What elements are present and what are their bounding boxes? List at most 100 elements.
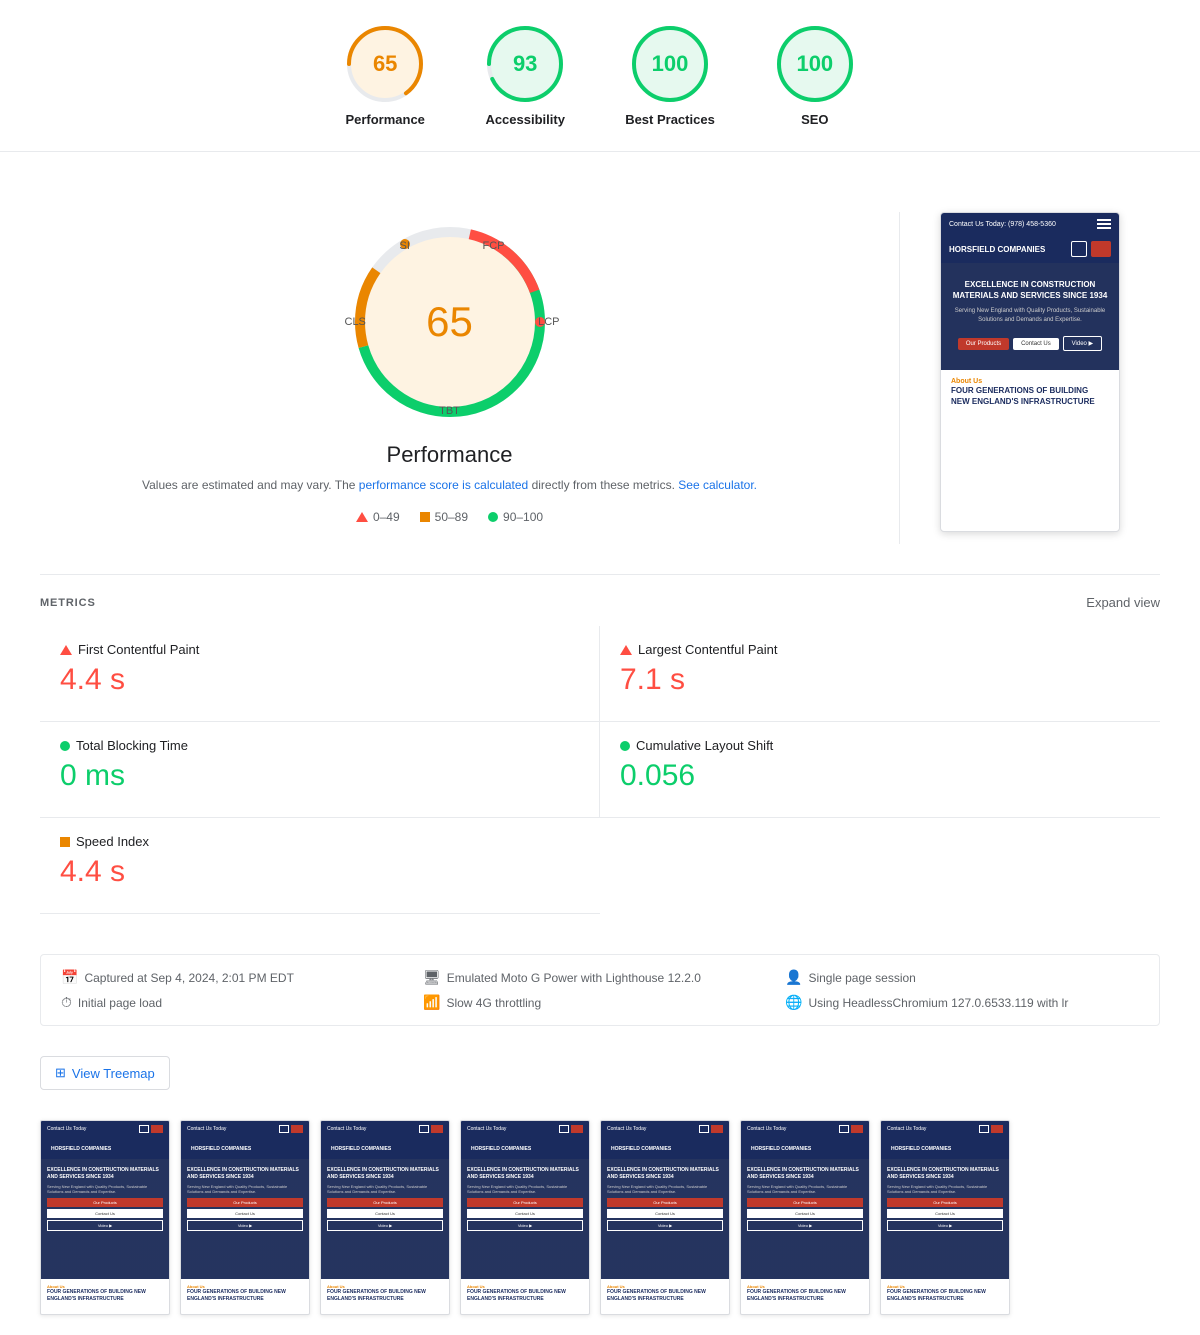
- legend-icon-red: [356, 512, 368, 522]
- phone-screenshot: Contact Us Today: (978) 458-5360 HORSFIE…: [940, 212, 1120, 532]
- phone-btn-products[interactable]: Our Products: [958, 338, 1009, 350]
- metric-si-name: Speed Index: [76, 834, 149, 849]
- gauge-label-si: SI: [400, 240, 410, 252]
- legend-item-green: 90–100: [488, 510, 543, 524]
- filmstrip-item: Contact Us Today HORSFIELD COMPANIES EXC…: [600, 1120, 730, 1315]
- metric-tbt-value: 0 ms: [60, 759, 579, 793]
- phone-btn-contact[interactable]: Contact Us: [1013, 338, 1059, 350]
- metric-cls-value: 0.056: [620, 759, 1140, 793]
- expand-view-button[interactable]: Expand view: [1086, 595, 1160, 610]
- gauge-label-cls: CLS: [345, 316, 366, 328]
- filmstrip-item: Contact Us Today HORSFIELD COMPANIES EXC…: [40, 1120, 170, 1315]
- filmstrip-phone-body: EXCELLENCE IN CONSTRUCTION MATERIALS AND…: [321, 1159, 449, 1279]
- metric-card-lcp: Largest Contentful Paint 7.1 s: [600, 626, 1160, 722]
- filmstrip-phone-body: EXCELLENCE IN CONSTRUCTION MATERIALS AND…: [601, 1159, 729, 1279]
- filmstrip-item: Contact Us Today HORSFIELD COMPANIES EXC…: [880, 1120, 1010, 1315]
- metric-card-cls: Cumulative Layout Shift 0.056: [600, 722, 1160, 818]
- phone-hero: EXCELLENCE IN CONSTRUCTION MATERIALS AND…: [941, 263, 1119, 370]
- score-circle-best-practices: 100: [630, 24, 710, 104]
- filmstrip-item: Contact Us Today HORSFIELD COMPANIES EXC…: [740, 1120, 870, 1315]
- browser-icon: 🌐: [785, 994, 802, 1011]
- phone-about-title: FOUR GENERATIONS OF BUILDING NEW ENGLAND…: [951, 385, 1109, 407]
- filmstrip-about: About Us FOUR GENERATIONS OF BUILDING NE…: [41, 1279, 169, 1307]
- device-icon: 🖥: [423, 969, 441, 986]
- score-item-seo: 100 SEO: [775, 24, 855, 127]
- filmstrip-phone-body: EXCELLENCE IN CONSTRUCTION MATERIALS AND…: [881, 1159, 1009, 1279]
- score-circle-performance: 65: [345, 24, 425, 104]
- filmstrip-about: About Us FOUR GENERATIONS OF BUILDING NE…: [181, 1279, 309, 1307]
- calculator-link[interactable]: See calculator.: [678, 478, 757, 492]
- filmstrip-about: About Us FOUR GENERATIONS OF BUILDING NE…: [741, 1279, 869, 1307]
- filmstrip-phone-header: Contact Us Today HORSFIELD COMPANIES: [461, 1121, 589, 1159]
- metric-cls-name: Cumulative Layout Shift: [636, 738, 773, 753]
- metrics-title: METRICS: [40, 597, 96, 609]
- metric-icon-cls: [620, 741, 630, 751]
- metric-si-header: Speed Index: [60, 834, 580, 849]
- legend: 0–49 50–89 90–100: [356, 510, 543, 524]
- score-label-performance: Performance: [345, 112, 424, 127]
- filmstrip-phone-body: EXCELLENCE IN CONSTRUCTION MATERIALS AND…: [461, 1159, 589, 1279]
- filmstrip-about: About Us FOUR GENERATIONS OF BUILDING NE…: [461, 1279, 589, 1307]
- metric-cls-header: Cumulative Layout Shift: [620, 738, 1140, 753]
- performance-score-link[interactable]: performance score is calculated: [359, 478, 528, 492]
- user-icon: 👤: [785, 969, 802, 986]
- metric-fcp-name: First Contentful Paint: [78, 642, 199, 657]
- metric-fcp-header: First Contentful Paint: [60, 642, 579, 657]
- phone-header-text: Contact Us Today: (978) 458-5360: [949, 221, 1056, 228]
- metric-card-tbt: Total Blocking Time 0 ms: [40, 722, 600, 818]
- legend-item-red: 0–49: [356, 510, 400, 524]
- phone-btn-video[interactable]: Video ▶: [1063, 336, 1103, 351]
- phone-hero-sub: Serving New England with Quality Product…: [951, 307, 1109, 324]
- timer-icon: ⏱: [61, 994, 72, 1011]
- filmstrip-item: Contact Us Today HORSFIELD COMPANIES EXC…: [460, 1120, 590, 1315]
- legend-item-orange: 50–89: [420, 510, 468, 524]
- score-value-accessibility: 93: [513, 51, 537, 77]
- filmstrip-about: About Us FOUR GENERATIONS OF BUILDING NE…: [601, 1279, 729, 1307]
- metric-icon-lcp: [620, 645, 632, 655]
- phone-about: About Us FOUR GENERATIONS OF BUILDING NE…: [941, 370, 1119, 415]
- phone-nav-icons: [1071, 241, 1111, 257]
- gauge-title: Performance: [387, 442, 513, 468]
- info-browser: 🌐 Using HeadlessChromium 127.0.6533.119 …: [785, 994, 1139, 1011]
- info-session-text: Single page session: [808, 971, 915, 985]
- info-device-text: Emulated Moto G Power with Lighthouse 12…: [447, 971, 701, 985]
- score-circle-seo: 100: [775, 24, 855, 104]
- metrics-grid: First Contentful Paint 4.4 s Largest Con…: [40, 626, 1160, 818]
- metric-lcp-header: Largest Contentful Paint: [620, 642, 1140, 657]
- score-circle-accessibility: 93: [485, 24, 565, 104]
- view-treemap-button[interactable]: ⊞ View Treemap: [40, 1056, 170, 1090]
- network-icon: 📶: [423, 994, 440, 1011]
- score-value-performance: 65: [373, 51, 397, 77]
- info-throttling: 📶 Slow 4G throttling: [423, 994, 777, 1011]
- phone-icon1: [1071, 241, 1087, 257]
- metric-fcp-value: 4.4 s: [60, 663, 579, 697]
- info-page-load: ⏱ Initial page load: [61, 994, 415, 1011]
- filmstrip-phone-header: Contact Us Today HORSFIELD COMPANIES: [41, 1121, 169, 1159]
- filmstrip-thumb: Contact Us Today HORSFIELD COMPANIES EXC…: [40, 1120, 170, 1315]
- calendar-icon: 📅: [61, 969, 78, 986]
- filmstrip-inner: Contact Us Today HORSFIELD COMPANIES EXC…: [0, 1120, 1200, 1315]
- filmstrip-about: About Us FOUR GENERATIONS OF BUILDING NE…: [881, 1279, 1009, 1307]
- phone-about-label: About Us: [951, 378, 1109, 385]
- treemap-label: View Treemap: [72, 1066, 155, 1081]
- vertical-divider: [899, 212, 900, 544]
- info-throttling-text: Slow 4G throttling: [446, 996, 541, 1010]
- right-panel: Contact Us Today: (978) 458-5360 HORSFIE…: [940, 212, 1160, 544]
- left-panel: SI FCP CLS LCP TBT 65 Performance Values…: [40, 212, 859, 544]
- metric-si-value: 4.4 s: [60, 855, 580, 889]
- view-treemap-section: ⊞ View Treemap: [0, 1046, 1200, 1110]
- phone-header: Contact Us Today: (978) 458-5360: [941, 213, 1119, 235]
- info-captured: 📅 Captured at Sep 4, 2024, 2:01 PM EDT: [61, 969, 415, 986]
- phone-hero-title: EXCELLENCE IN CONSTRUCTION MATERIALS AND…: [951, 279, 1109, 301]
- info-bar: 📅 Captured at Sep 4, 2024, 2:01 PM EDT 🖥…: [40, 954, 1160, 1026]
- metric-icon-tbt: [60, 741, 70, 751]
- info-captured-text: Captured at Sep 4, 2024, 2:01 PM EDT: [84, 971, 293, 985]
- main-content: SI FCP CLS LCP TBT 65 Performance Values…: [0, 182, 1200, 574]
- metric-tbt-header: Total Blocking Time: [60, 738, 579, 753]
- score-item-performance: 65 Performance: [345, 24, 425, 127]
- metric-lcp-name: Largest Contentful Paint: [638, 642, 777, 657]
- gauge-center-value: 65: [426, 298, 473, 346]
- gauge-container: SI FCP CLS LCP TBT 65 Performance Values…: [40, 212, 859, 524]
- filmstrip-item: Contact Us Today HORSFIELD COMPANIES EXC…: [180, 1120, 310, 1315]
- phone-menu-icon: [1097, 219, 1111, 229]
